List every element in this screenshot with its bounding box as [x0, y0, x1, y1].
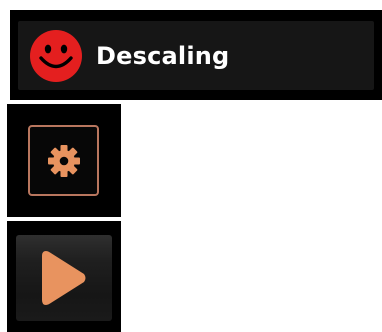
- play-icon: [42, 251, 86, 305]
- settings-button[interactable]: [28, 125, 99, 196]
- gear-icon: [47, 144, 80, 177]
- play-button[interactable]: [16, 235, 112, 321]
- status-panel: Descaling: [18, 21, 374, 90]
- red-smiley-face-icon: [30, 29, 82, 82]
- status-bar: Descaling: [10, 10, 382, 100]
- status-label: Descaling: [96, 41, 230, 70]
- play-tile: [7, 221, 121, 332]
- settings-tile: [7, 104, 121, 217]
